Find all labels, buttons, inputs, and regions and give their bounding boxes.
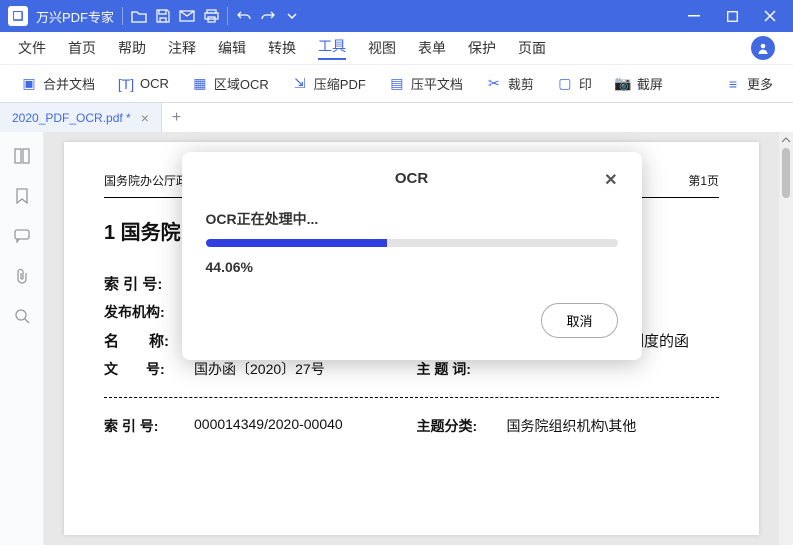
document-area: 国务院办公厅政 第1页 1 国务院 索 引 号: 发布机构:国务院办公厅 成文日… [44, 132, 779, 545]
tool-label: 截屏 [637, 74, 663, 93]
menu-edit[interactable]: 编辑 [218, 38, 246, 58]
add-tab-button[interactable]: + [162, 109, 191, 127]
bookmark-icon[interactable] [12, 186, 32, 206]
compress-icon: ⇲ [291, 75, 309, 93]
ocr-icon: [T] [117, 75, 135, 93]
thumbnails-icon[interactable] [12, 146, 32, 166]
maximize-button[interactable] [717, 4, 747, 28]
comment-icon[interactable] [12, 226, 32, 246]
tool-ocr[interactable]: [T] OCR [111, 71, 175, 97]
title-bar: ❏ 万兴PDF专家 [0, 0, 793, 32]
tool-label: 合并文档 [43, 74, 95, 93]
side-panel [0, 132, 44, 545]
flatten-icon: ▤ [388, 75, 406, 93]
undo-icon[interactable] [236, 8, 252, 24]
menu-form[interactable]: 表单 [418, 38, 446, 58]
tool-label: 区域OCR [214, 74, 269, 93]
menu-file[interactable]: 文件 [18, 38, 46, 58]
menu-page[interactable]: 页面 [518, 38, 546, 58]
status-text: OCR正在处理中... [206, 209, 618, 229]
scroll-up-icon[interactable] [781, 136, 791, 144]
progress-bar [206, 239, 618, 247]
workspace: 国务院办公厅政 第1页 1 国务院 索 引 号: 发布机构:国务院办公厅 成文日… [0, 132, 793, 545]
menu-convert[interactable]: 转换 [268, 38, 296, 58]
redo-icon[interactable] [260, 8, 276, 24]
tool-label: 印 [579, 74, 592, 93]
minimize-button[interactable] [679, 4, 709, 28]
tab-bar: 2020_PDF_OCR.pdf * × + [0, 102, 793, 132]
dialog-title: OCR [395, 170, 428, 187]
progress-percent: 44.06% [206, 259, 618, 275]
scrollbar[interactable] [779, 132, 793, 545]
camera-icon: 📷 [614, 75, 632, 93]
attachment-icon[interactable] [12, 266, 32, 286]
menu-annotate[interactable]: 注释 [168, 38, 196, 58]
mail-icon[interactable] [179, 8, 195, 24]
print-icon[interactable] [203, 8, 219, 24]
menu-help[interactable]: 帮助 [118, 38, 146, 58]
more-icon: ≡ [724, 75, 742, 93]
search-icon[interactable] [12, 306, 32, 326]
merge-icon: ▣ [20, 75, 38, 93]
tool-compress[interactable]: ⇲ 压缩PDF [285, 70, 372, 97]
app-name: 万兴PDF专家 [36, 7, 114, 26]
menu-view[interactable]: 视图 [368, 38, 396, 58]
divider [227, 7, 228, 25]
tool-watermark[interactable]: ▢印 [550, 70, 598, 97]
progress-fill [206, 239, 388, 247]
dialog-close-icon[interactable]: ✕ [604, 170, 617, 190]
tab-label: 2020_PDF_OCR.pdf * [12, 111, 131, 125]
tool-more[interactable]: ≡ 更多 [718, 70, 779, 97]
app-logo: ❏ [8, 6, 28, 26]
divider [122, 7, 123, 25]
menu-home[interactable]: 首页 [68, 38, 96, 58]
menu-protect[interactable]: 保护 [468, 38, 496, 58]
menu-tools[interactable]: 工具 [318, 36, 346, 60]
tool-area-ocr[interactable]: ▦ 区域OCR [185, 70, 275, 97]
modal-backdrop: OCR ✕ OCR正在处理中... 44.06% 取消 [44, 132, 779, 545]
ocr-dialog: OCR ✕ OCR正在处理中... 44.06% 取消 [182, 152, 642, 360]
tool-label: 压平文档 [411, 74, 463, 93]
tool-crop[interactable]: ✂ 裁剪 [479, 70, 540, 97]
tool-label: 更多 [747, 74, 773, 93]
tool-label: OCR [140, 76, 169, 91]
cancel-button[interactable]: 取消 [541, 303, 617, 338]
scroll-thumb[interactable] [782, 148, 790, 198]
open-icon[interactable] [131, 8, 147, 24]
tool-label: 压缩PDF [314, 74, 366, 93]
toolbar: ▣合并文档 [T]OCR ▦区域OCR ⇲压缩PDF ▤压平文档 ✂裁剪 ▢印 … [0, 64, 793, 102]
watermark-icon: ▢ [556, 75, 574, 93]
tool-flatten[interactable]: ▤ 压平文档 [382, 70, 469, 97]
menu-bar: 文件 首页 帮助 注释 编辑 转换 工具 视图 表单 保护 页面 [0, 32, 793, 64]
tool-screenshot[interactable]: 📷 截屏 [608, 70, 669, 97]
close-button[interactable] [755, 4, 785, 28]
document-tab[interactable]: 2020_PDF_OCR.pdf * × [0, 103, 162, 133]
tab-close-icon[interactable]: × [141, 110, 149, 126]
tool-label: 裁剪 [508, 74, 534, 93]
area-ocr-icon: ▦ [191, 75, 209, 93]
crop-icon: ✂ [485, 75, 503, 93]
save-icon[interactable] [155, 8, 171, 24]
tool-merge[interactable]: ▣ 合并文档 [14, 70, 101, 97]
user-avatar[interactable] [751, 36, 775, 60]
dropdown-icon[interactable] [284, 8, 300, 24]
